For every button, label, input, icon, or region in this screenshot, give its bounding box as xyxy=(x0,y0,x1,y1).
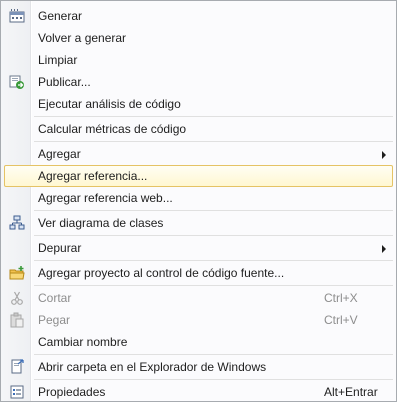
menu-item-agregar[interactable]: Agregar xyxy=(1,143,396,165)
menu-item-abrir-carpeta[interactable]: Abrir carpeta en el Explorador de Window… xyxy=(1,356,396,378)
submenu-arrow-icon xyxy=(382,151,386,159)
menu-item-label: Cortar xyxy=(38,291,72,305)
menu-item-label: Agregar xyxy=(38,147,81,161)
menu-separator xyxy=(34,354,393,355)
menu-item-propiedades[interactable]: Propiedades Alt+Entrar xyxy=(1,381,396,403)
menu-item-label: Generar xyxy=(38,9,83,23)
menu-item-agregar-control-codigo[interactable]: Agregar proyecto al control de código fu… xyxy=(1,262,396,284)
properties-icon xyxy=(9,384,25,400)
clipboard-icon xyxy=(9,312,25,328)
menu-separator xyxy=(34,116,393,117)
menu-separator xyxy=(34,210,393,211)
menu-item-ver-diagrama-clases[interactable]: Ver diagrama de clases xyxy=(1,212,396,234)
submenu-arrow-icon xyxy=(382,245,386,253)
menu-item-shortcut: Alt+Entrar xyxy=(324,385,378,399)
menu-item-label: Agregar referencia... xyxy=(38,169,148,183)
class-diagram-icon xyxy=(9,215,25,231)
menu-item-pegar[interactable]: Pegar Ctrl+V xyxy=(1,309,396,331)
menu-item-shortcut: Ctrl+V xyxy=(324,313,358,327)
publish-icon xyxy=(9,74,25,90)
menu-item-agregar-referencia[interactable]: Agregar referencia... xyxy=(1,165,396,187)
menu-item-label: Ejecutar análisis de código xyxy=(38,97,181,111)
menu-item-label: Agregar referencia web... xyxy=(38,191,173,205)
menu-separator xyxy=(34,141,393,142)
menu-item-cortar[interactable]: Cortar Ctrl+X xyxy=(1,287,396,309)
menu-item-volver-a-generar[interactable]: Volver a generar xyxy=(1,27,396,49)
menu-item-ejecutar-analisis[interactable]: Ejecutar análisis de código xyxy=(1,93,396,115)
menu-item-label: Depurar xyxy=(38,241,82,255)
menu-item-label: Pegar xyxy=(38,313,71,327)
menu-separator xyxy=(34,260,393,261)
menu-item-agregar-referencia-web[interactable]: Agregar referencia web... xyxy=(1,187,396,209)
menu-item-cambiar-nombre[interactable]: Cambiar nombre xyxy=(1,331,396,353)
menu-item-label: Limpiar xyxy=(38,53,78,67)
menu-item-label: Propiedades xyxy=(38,385,106,399)
menu-item-label: Publicar... xyxy=(38,75,91,89)
menu-item-label: Calcular métricas de código xyxy=(38,122,187,136)
menu-separator xyxy=(34,379,393,380)
menu-item-calcular-metricas[interactable]: Calcular métricas de código xyxy=(1,118,396,140)
menu-item-depurar[interactable]: Depurar xyxy=(1,237,396,259)
source-control-folder-icon xyxy=(9,265,25,281)
menu-item-label: Volver a generar xyxy=(38,31,127,45)
menu-item-label: Ver diagrama de clases xyxy=(38,216,164,230)
scissors-icon xyxy=(9,290,25,306)
menu-item-limpiar[interactable]: Limpiar xyxy=(1,49,396,71)
menu-item-generar[interactable]: Generar xyxy=(1,5,396,27)
open-folder-icon xyxy=(9,359,25,375)
context-menu: Generar Volver a generar Limpiar Publica… xyxy=(0,0,397,402)
menu-separator xyxy=(34,235,393,236)
build-icon xyxy=(9,8,25,24)
menu-item-shortcut: Ctrl+X xyxy=(324,291,358,305)
menu-separator xyxy=(34,285,393,286)
menu-item-publicar[interactable]: Publicar... xyxy=(1,71,396,93)
menu-item-label: Agregar proyecto al control de código fu… xyxy=(38,266,285,280)
menu-item-label: Cambiar nombre xyxy=(38,335,128,349)
menu-item-label: Abrir carpeta en el Explorador de Window… xyxy=(38,360,267,374)
